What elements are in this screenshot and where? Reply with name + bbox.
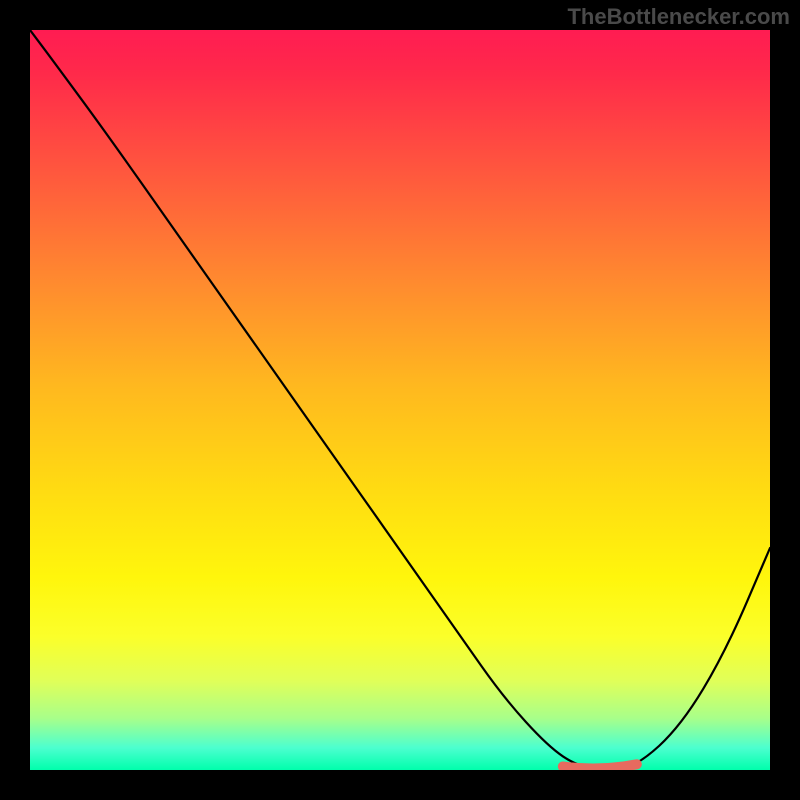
chart-frame [30,30,770,770]
optimal-zone-highlight [563,764,637,768]
chart-plot [30,30,770,770]
bottleneck-curve [30,30,770,769]
watermark-text: TheBottlenecker.com [567,4,790,30]
